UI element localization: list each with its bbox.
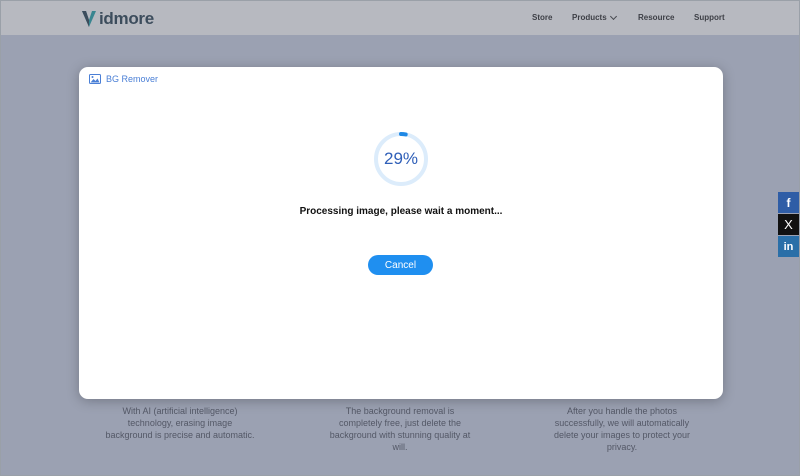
facebook-icon: f xyxy=(786,195,791,210)
facebook-share-button[interactable]: f xyxy=(778,192,799,213)
dialog-title-text: BG Remover xyxy=(106,74,159,84)
image-icon xyxy=(89,74,101,84)
processing-dialog: BG Remover 29% Processing image, please … xyxy=(79,67,723,399)
x-icon: X xyxy=(784,217,793,232)
linkedin-share-button[interactable]: in xyxy=(778,236,799,257)
progress-percent: 29% xyxy=(383,149,419,168)
x-share-button[interactable]: X xyxy=(778,214,799,235)
dialog-title: BG Remover xyxy=(89,74,158,84)
cancel-button[interactable]: Cancel xyxy=(368,255,433,275)
linkedin-icon: in xyxy=(783,240,794,253)
browser-viewport: idmore Store Products Resource Support W… xyxy=(0,0,800,476)
processing-status: Processing image, please wait a moment..… xyxy=(299,206,503,217)
